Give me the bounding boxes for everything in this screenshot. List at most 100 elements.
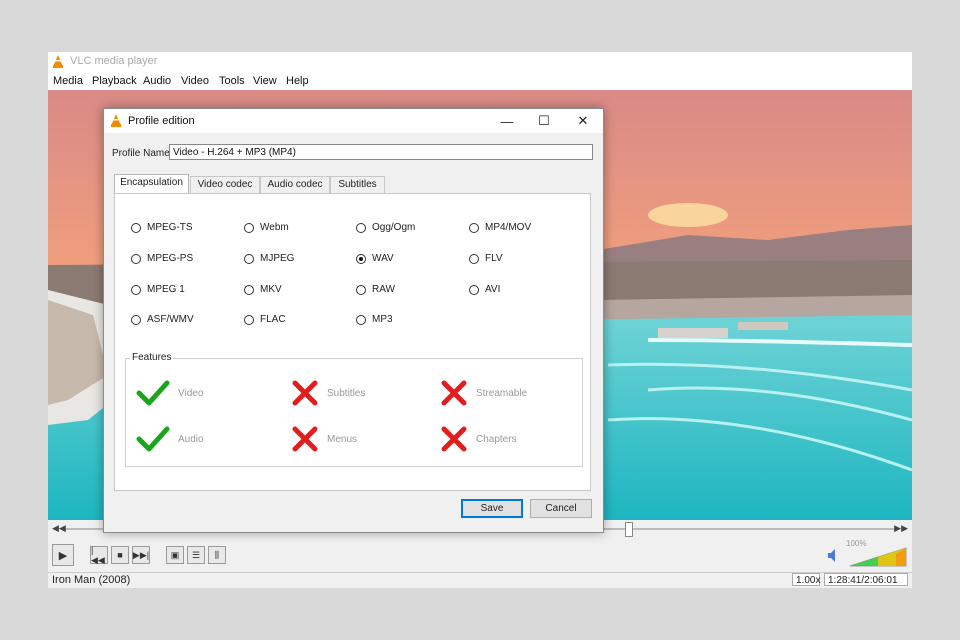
menu-view[interactable]: View — [253, 75, 277, 87]
extended-settings-button[interactable]: ⫼ — [208, 546, 226, 564]
menu-playback[interactable]: Playback — [92, 75, 137, 87]
radio-button[interactable] — [469, 284, 479, 295]
seek-handle[interactable] — [625, 522, 634, 537]
radio-button[interactable] — [131, 253, 141, 264]
features-legend: Features — [130, 352, 174, 363]
radio-label: RAW — [372, 284, 395, 295]
radio-label: Ogg/Ogm — [372, 222, 416, 233]
title-bar: VLC media player — [48, 52, 912, 72]
equalizer-icon: ⫼ — [214, 549, 220, 560]
cross-icon — [292, 426, 318, 452]
tab-video-codec[interactable]: Video codec — [190, 176, 260, 193]
radio-button[interactable] — [131, 284, 141, 295]
time-display[interactable]: 1:28:41/2:06:01 — [824, 573, 908, 586]
radio-ogg-ogm[interactable]: Ogg/Ogm — [356, 222, 415, 233]
radio-label: FLAC — [260, 314, 286, 325]
radio-button[interactable] — [356, 284, 366, 295]
cancel-button[interactable]: Cancel — [530, 499, 592, 518]
radio-mjpeg[interactable]: MJPEG — [244, 253, 294, 264]
radio-avi[interactable]: AVI — [469, 284, 500, 295]
profile-name-label: Profile Name — [112, 148, 170, 159]
radio-mkv[interactable]: MKV — [244, 284, 282, 295]
dialog-title-bar: Profile edition — ☐ ✕ — [104, 109, 603, 133]
encapsulation-panel: MPEG-TS Webm Ogg/Ogm MP4/MOV MPEG-PS MJP… — [114, 193, 591, 491]
radio-button[interactable] — [469, 253, 479, 264]
next-icon: ▶▶| — [132, 549, 150, 560]
radio-raw[interactable]: RAW — [356, 284, 395, 295]
radio-label: AVI — [485, 284, 501, 295]
seek-forward-icon[interactable]: ▶▶ — [894, 523, 908, 534]
previous-icon: |◀◀ — [91, 544, 105, 565]
stop-button[interactable]: ■ — [111, 546, 129, 564]
radio-asf-wmv[interactable]: ASF/WMV — [131, 314, 194, 325]
minimize-icon: — — [500, 113, 514, 129]
tab-encapsulation[interactable]: Encapsulation — [114, 174, 189, 194]
radio-mpeg-1[interactable]: MPEG 1 — [131, 284, 185, 295]
next-button[interactable]: ▶▶| — [132, 546, 150, 564]
feature-chapters: Chapters — [440, 425, 517, 453]
radio-mpeg-ts[interactable]: MPEG-TS — [131, 222, 193, 233]
feature-label: Menus — [327, 433, 358, 445]
radio-flv[interactable]: FLV — [469, 253, 503, 264]
play-button[interactable]: ▶ — [52, 544, 74, 566]
radio-label: Webm — [260, 222, 289, 233]
feature-label: Video — [178, 387, 204, 399]
radio-button[interactable] — [131, 314, 141, 325]
window-title: VLC media player — [70, 55, 158, 67]
radio-button[interactable] — [356, 222, 366, 233]
radio-mpeg-ps[interactable]: MPEG-PS — [131, 253, 193, 264]
stop-icon: ■ — [117, 550, 123, 560]
playback-speed[interactable]: 1.00x — [792, 573, 820, 586]
radio-flac[interactable]: FLAC — [244, 314, 286, 325]
cross-icon — [441, 426, 467, 452]
playlist-icon: ☰ — [191, 549, 201, 560]
maximize-button[interactable]: ☐ — [531, 112, 557, 130]
speaker-icon — [828, 549, 835, 562]
radio-button[interactable] — [244, 253, 254, 264]
playlist-button[interactable]: ☰ — [187, 546, 205, 564]
profile-edition-dialog: Profile edition — ☐ ✕ Profile Name Encap… — [103, 108, 604, 533]
minimize-button[interactable]: — — [494, 112, 520, 130]
radio-button[interactable] — [356, 314, 366, 325]
check-icon — [136, 380, 170, 406]
media-title: Iron Man (2008) — [52, 574, 131, 586]
tab-subtitles[interactable]: Subtitles — [330, 176, 385, 193]
menu-help[interactable]: Help — [286, 75, 309, 87]
seek-back-icon[interactable]: ◀◀ — [52, 523, 66, 534]
fullscreen-icon: ▣ — [170, 549, 180, 560]
menu-tools[interactable]: Tools — [219, 75, 245, 87]
menu-video[interactable]: Video — [181, 75, 209, 87]
feature-label: Subtitles — [327, 387, 366, 399]
radio-button[interactable] — [131, 222, 141, 233]
radio-selected-dot — [359, 256, 363, 261]
radio-button-selected[interactable] — [356, 253, 366, 264]
vlc-logo-icon — [53, 55, 63, 68]
menu-media[interactable]: Media — [53, 75, 83, 87]
radio-label: WAV — [372, 253, 394, 264]
radio-mp4-mov[interactable]: MP4/MOV — [469, 222, 531, 233]
cross-icon — [292, 380, 318, 406]
cross-icon — [441, 380, 467, 406]
radio-button[interactable] — [244, 284, 254, 295]
save-button[interactable]: Save — [461, 499, 523, 518]
radio-mp3[interactable]: MP3 — [356, 314, 393, 325]
feature-streamable: Streamable — [440, 379, 527, 407]
dialog-title: Profile edition — [128, 115, 195, 127]
tab-audio-codec[interactable]: Audio codec — [260, 176, 330, 193]
radio-button[interactable] — [244, 314, 254, 325]
volume-control[interactable]: 100% — [828, 539, 908, 571]
previous-button[interactable]: |◀◀ — [90, 544, 108, 565]
profile-name-input[interactable] — [169, 144, 593, 160]
menu-audio[interactable]: Audio — [143, 75, 171, 87]
radio-label: FLV — [485, 253, 503, 264]
maximize-icon: ☐ — [538, 113, 550, 128]
close-button[interactable]: ✕ — [570, 112, 596, 130]
radio-button[interactable] — [244, 222, 254, 233]
feature-label: Audio — [178, 433, 204, 445]
radio-wav[interactable]: WAV — [356, 253, 394, 264]
radio-button[interactable] — [469, 222, 479, 233]
radio-label: ASF/WMV — [147, 314, 194, 325]
volume-percent: 100% — [846, 539, 867, 548]
fullscreen-button[interactable]: ▣ — [166, 546, 184, 564]
radio-webm[interactable]: Webm — [244, 222, 289, 233]
